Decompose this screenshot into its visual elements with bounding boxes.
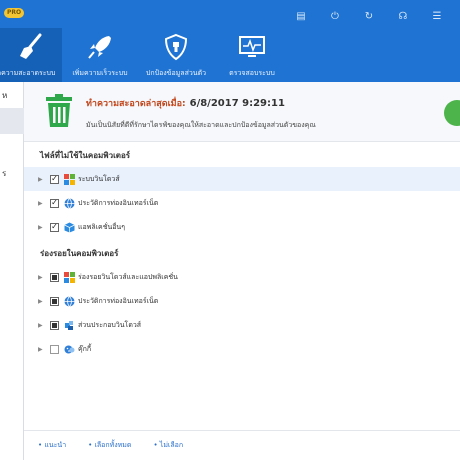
item-checkbox[interactable]: ✓ <box>50 222 59 232</box>
window-controls: ▤ ⏻ ↻ ☊ ☰ <box>284 8 454 24</box>
main-nav: ทำความสะอาดระบบ เพิ่มความเร็วระบบ ปกป้ <box>0 28 290 82</box>
top-header: PRO ▤ ⏻ ↻ ☊ ☰ ทำความสะอาดระบบ <box>0 0 460 82</box>
cleanup-item-list: ไฟล์ที่ไม่ใช้ในคอมพิวเตอร์ ▶ ✓ ระบบวินโด… <box>24 143 460 430</box>
tab-label: ปกป้องข้อมูลส่วนตัว <box>145 69 207 77</box>
expand-arrow-icon[interactable]: ▶ <box>38 224 46 231</box>
tab-label: ตรวจสอบระบบ <box>229 69 275 77</box>
sidebar-item[interactable] <box>0 134 24 160</box>
expand-arrow-icon[interactable]: ▶ <box>38 176 46 183</box>
pro-badge: PRO <box>4 8 24 18</box>
item-checkbox[interactable]: ✓ <box>50 174 59 184</box>
expand-arrow-icon[interactable]: ▶ <box>38 200 46 207</box>
scan-button[interactable] <box>444 100 460 126</box>
item-checkbox[interactable] <box>50 344 59 354</box>
item-label: ระบบวินโดวส์ <box>78 174 120 183</box>
app-box-icon <box>63 221 75 233</box>
headset-icon[interactable]: ☊ <box>386 8 420 24</box>
summary-description: มันเป็นนิสัยที่ดีที่รักษาไดรฟ์ของคุณให้ส… <box>86 121 316 129</box>
windows-icon <box>63 173 75 185</box>
refresh-icon[interactable]: ↻ <box>352 8 386 24</box>
expand-arrow-icon[interactable]: ▶ <box>38 322 46 329</box>
expand-arrow-icon[interactable]: ▶ <box>38 298 46 305</box>
tab-label: เพิ่มความเร็วระบบ <box>72 69 128 77</box>
tab-system-check[interactable]: ตรวจสอบระบบ <box>214 28 290 82</box>
broom-icon <box>16 32 46 62</box>
puzzle-icon <box>63 319 75 331</box>
shield-icon <box>161 32 191 62</box>
item-label: ประวัติการท่องอินเทอร์เน็ต <box>78 198 159 207</box>
windows-icon <box>63 271 75 283</box>
deselect-link[interactable]: ไม่เลือก <box>153 440 183 451</box>
monitor-icon <box>237 32 267 62</box>
list-item[interactable]: ▶ ประวัติการท่องอินเทอร์เน็ต <box>24 289 460 313</box>
power-icon[interactable]: ⏻ <box>318 8 352 24</box>
last-clean-time: ทำความสะอาดล่าสุดเมื่อ: 6/8/2017 9:29:11 <box>86 96 285 110</box>
feedback-icon[interactable]: ▤ <box>284 8 318 24</box>
item-checkbox[interactable]: ✓ <box>50 198 59 208</box>
list-item[interactable]: ▶ ส่วนประกอบวินโดวส์ <box>24 313 460 337</box>
item-label: แอพลิเคชั่นอื่นๆ <box>78 222 125 231</box>
item-checkbox[interactable] <box>50 272 59 282</box>
sidebar-item-selected[interactable] <box>0 108 24 134</box>
section-title-unused-files: ไฟล์ที่ไม่ใช้ในคอมพิวเตอร์ <box>40 151 131 160</box>
expand-arrow-icon[interactable]: ▶ <box>38 346 46 353</box>
item-checkbox[interactable] <box>50 320 59 330</box>
sidebar-item[interactable]: ห <box>0 82 24 108</box>
trash-icon <box>44 94 74 132</box>
tab-label: ทำความสะอาดระบบ <box>0 69 56 77</box>
last-clean-value: 6/8/2017 9:29:11 <box>189 98 285 109</box>
list-item[interactable]: ▶ ✓ แอพลิเคชั่นอื่นๆ <box>24 215 460 239</box>
item-checkbox[interactable] <box>50 296 59 306</box>
last-clean-label: ทำความสะอาดล่าสุดเมื่อ: <box>86 99 186 109</box>
rocket-icon <box>85 32 115 62</box>
select-all-link[interactable]: เลือกทั้งหมด <box>88 440 132 451</box>
recommend-link[interactable]: แนะนำ <box>38 440 66 451</box>
list-item[interactable]: ▶ คุ๊กกี้ <box>24 337 460 361</box>
globe-icon <box>63 197 75 209</box>
section-title-traces: ร่องรอยในคอมพิวเตอร์ <box>40 249 119 258</box>
sidebar-item[interactable]: ร <box>0 160 24 186</box>
expand-arrow-icon[interactable]: ▶ <box>38 274 46 281</box>
list-item[interactable]: ▶ ร่องรอยวินโดวส์และแอปพลิเคชั่น <box>24 265 460 289</box>
cookie-icon <box>63 343 75 355</box>
menu-icon[interactable]: ☰ <box>420 8 454 24</box>
tab-speed-up[interactable]: เพิ่มความเร็วระบบ <box>62 28 138 82</box>
item-label: ประวัติการท่องอินเทอร์เน็ต <box>78 296 159 305</box>
globe-icon <box>63 295 75 307</box>
list-item[interactable]: ▶ ✓ ประวัติการท่องอินเทอร์เน็ต <box>24 191 460 215</box>
footer-links: แนะนำ เลือกทั้งหมด ไม่เลือก <box>24 430 460 460</box>
list-item[interactable]: ▶ ✓ ระบบวินโดวส์ <box>24 167 460 191</box>
item-label: ร่องรอยวินโดวส์และแอปพลิเคชั่น <box>78 272 178 281</box>
item-label: ส่วนประกอบวินโดวส์ <box>78 320 142 329</box>
left-sidebar: ห ร <box>0 82 24 460</box>
tab-system-cleanup[interactable]: ทำความสะอาดระบบ <box>0 28 62 82</box>
item-label: คุ๊กกี้ <box>78 344 92 353</box>
tab-privacy-protect[interactable]: ปกป้องข้อมูลส่วนตัว <box>138 28 214 82</box>
clean-summary-panel: ทำความสะอาดล่าสุดเมื่อ: 6/8/2017 9:29:11 … <box>24 82 460 142</box>
